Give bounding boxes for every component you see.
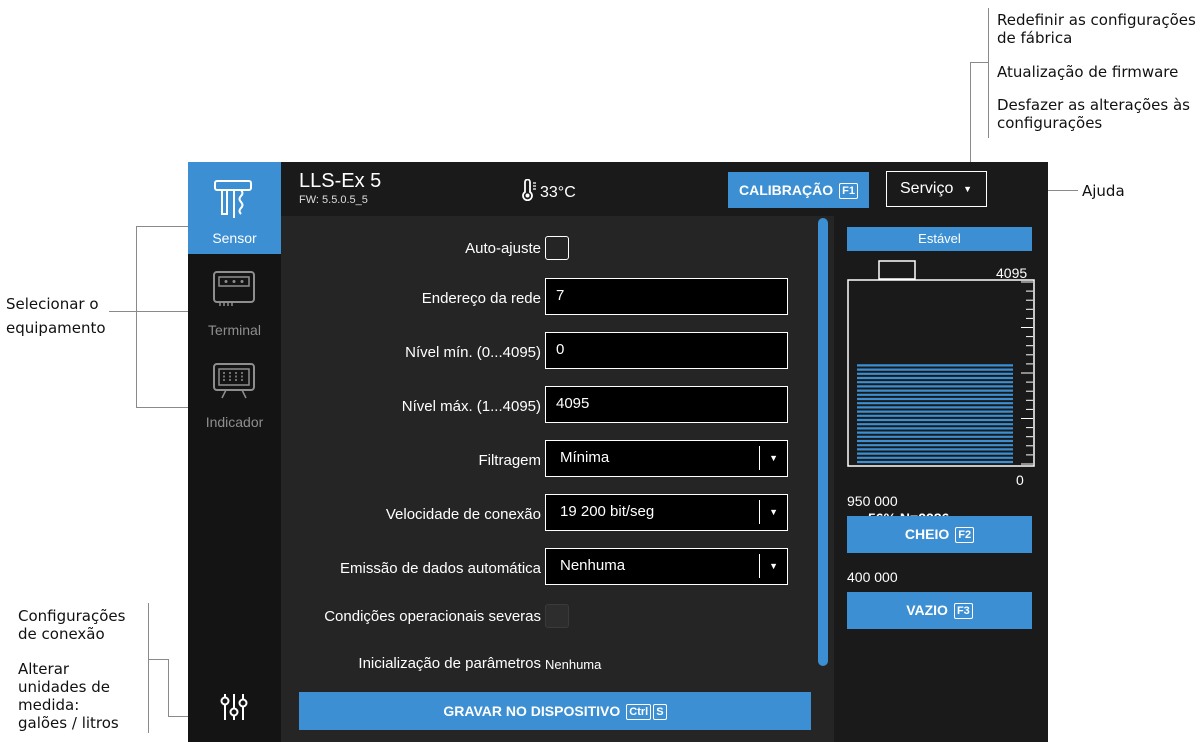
thermometer-icon <box>522 178 536 202</box>
min-scale-label: 0 <box>1016 472 1024 488</box>
shortcut-key-f2: F2 <box>955 527 975 543</box>
status-badge: Estável <box>847 227 1032 251</box>
connection-speed-value: 19 200 bit/seg <box>560 503 655 520</box>
caret-down-icon: ▼ <box>769 453 778 463</box>
auto-adjust-checkbox[interactable] <box>545 236 569 260</box>
write-label: GRAVAR NO DISPOSITIVO <box>443 703 621 719</box>
leader-line-settings-v2 <box>168 659 169 716</box>
indicator-icon <box>213 363 255 399</box>
sidebar-item-label: Sensor <box>212 230 257 246</box>
leader-line-settings-v <box>148 603 149 733</box>
service-label: Serviço <box>900 180 954 197</box>
min-level-label: Nível mín. (0...4095) <box>405 344 541 361</box>
select-divider <box>759 554 760 578</box>
shortcut-key-f3: F3 <box>953 603 973 619</box>
filtering-select[interactable]: Mínima ▼ <box>545 440 788 477</box>
annotation-change-units: Alterar unidades de medida: galões / litro… <box>18 660 119 732</box>
max-level-label: Nível máx. (1...4095) <box>401 398 541 415</box>
annotation-select-equipment: Selecionar o equipamento <box>6 295 106 337</box>
leader-line-service-v <box>970 62 971 174</box>
sidebar-item-label: Terminal <box>208 322 261 338</box>
empty-button[interactable]: VAZIO F3 <box>847 592 1032 629</box>
leader-line-equipment-v <box>136 226 137 408</box>
sidebar-item-label: Indicador <box>205 414 264 430</box>
connection-speed-label: Velocidade de conexão <box>385 506 541 523</box>
sidebar-item-sensor[interactable]: Sensor <box>188 162 281 254</box>
settings-form: Auto-ajuste Endereço da rede 7 Nível mín… <box>281 216 821 742</box>
leader-line-equipment-top <box>136 226 188 227</box>
connection-speed-select[interactable]: 19 200 bit/seg ▼ <box>545 494 788 531</box>
leader-line-settings-h <box>148 659 168 660</box>
leader-line-equipment-mid <box>109 311 188 312</box>
form-scrollbar[interactable] <box>818 218 828 666</box>
sidebar-item-terminal[interactable]: Terminal <box>188 254 281 346</box>
shortcut-key-f1: F1 <box>839 183 858 199</box>
full-value: 950 000 <box>847 493 898 509</box>
sensor-icon <box>214 180 252 218</box>
sidebar-item-indicator[interactable]: Indicador <box>188 346 281 438</box>
app-window: Sensor Terminal Indicador LLS-Ex 5 FW: 5… <box>188 162 1048 742</box>
temperature-readout: 33°C <box>519 178 576 202</box>
level-panel: Estável 4095 56% N=2286 0 950 000 CHEIOF… <box>834 216 1048 742</box>
max-level-input[interactable]: 4095 <box>545 386 788 423</box>
min-level-input[interactable]: 0 <box>545 332 788 369</box>
calibration-button[interactable]: CALIBRAÇÃO F1 <box>728 172 869 208</box>
annotation-connection-settings: Configurações de conexão <box>18 607 126 643</box>
annotation-firmware-update: Atualização de firmware <box>997 63 1179 81</box>
leader-line-service <box>988 8 989 138</box>
device-title: LLS-Ex 5 <box>299 170 382 192</box>
caret-down-icon: ▼ <box>769 507 778 517</box>
full-button[interactable]: CHEIO F2 <box>847 516 1032 553</box>
header: LLS-Ex 5 FW: 5.5.0.5_5 33°C CALIBRAÇÃO F1… <box>281 162 1048 216</box>
auto-output-label: Emissão de dados automática <box>340 560 541 577</box>
leader-line-service-h <box>970 62 989 63</box>
filtering-label: Filtragem <box>478 452 541 469</box>
auto-output-value: Nenhuma <box>560 557 626 574</box>
select-divider <box>759 500 760 524</box>
calibration-label: CALIBRAÇÃO <box>739 182 834 198</box>
annotation-help: Ajuda <box>1082 182 1125 200</box>
tank-gauge <box>847 260 1035 467</box>
temperature-value: 33°C <box>540 184 576 201</box>
auto-adjust-label: Auto-ajuste <box>465 240 541 257</box>
annotation-undo-changes: Desfazer as alterações às configurações <box>997 96 1190 132</box>
connection-settings-button[interactable] <box>220 692 248 727</box>
shortcut-key-s: S <box>653 704 667 720</box>
empty-label: VAZIO <box>906 602 948 618</box>
severe-conditions-checkbox[interactable] <box>545 604 569 628</box>
network-address-label: Endereço da rede <box>421 290 541 307</box>
sidebar: Sensor Terminal Indicador <box>188 162 281 742</box>
annotation-reset-factory: Redefinir as configurações de fábrica <box>997 11 1196 47</box>
filtering-value: Mínima <box>560 449 610 466</box>
caret-down-icon: ▼ <box>769 561 778 571</box>
terminal-icon <box>213 271 255 306</box>
severe-conditions-label: Condições operacionais severas <box>324 608 541 625</box>
full-label: CHEIO <box>904 526 950 542</box>
param-init-value: Nenhuma <box>545 657 602 672</box>
select-divider <box>759 446 760 470</box>
sliders-icon <box>220 694 248 720</box>
auto-output-select[interactable]: Nenhuma ▼ <box>545 548 788 585</box>
shortcut-key-ctrl: Ctrl <box>626 704 652 720</box>
firmware-version: FW: 5.5.0.5_5 <box>299 194 368 206</box>
write-to-device-button[interactable]: GRAVAR NO DISPOSITIVO Ctrl S <box>299 692 811 730</box>
param-init-label: Inicialização de parâmetros <box>358 655 541 672</box>
service-dropdown[interactable]: Serviço ▼ <box>886 171 987 207</box>
network-address-input[interactable]: 7 <box>545 278 788 315</box>
empty-value: 400 000 <box>847 569 898 585</box>
caret-down-icon: ▼ <box>963 184 972 194</box>
